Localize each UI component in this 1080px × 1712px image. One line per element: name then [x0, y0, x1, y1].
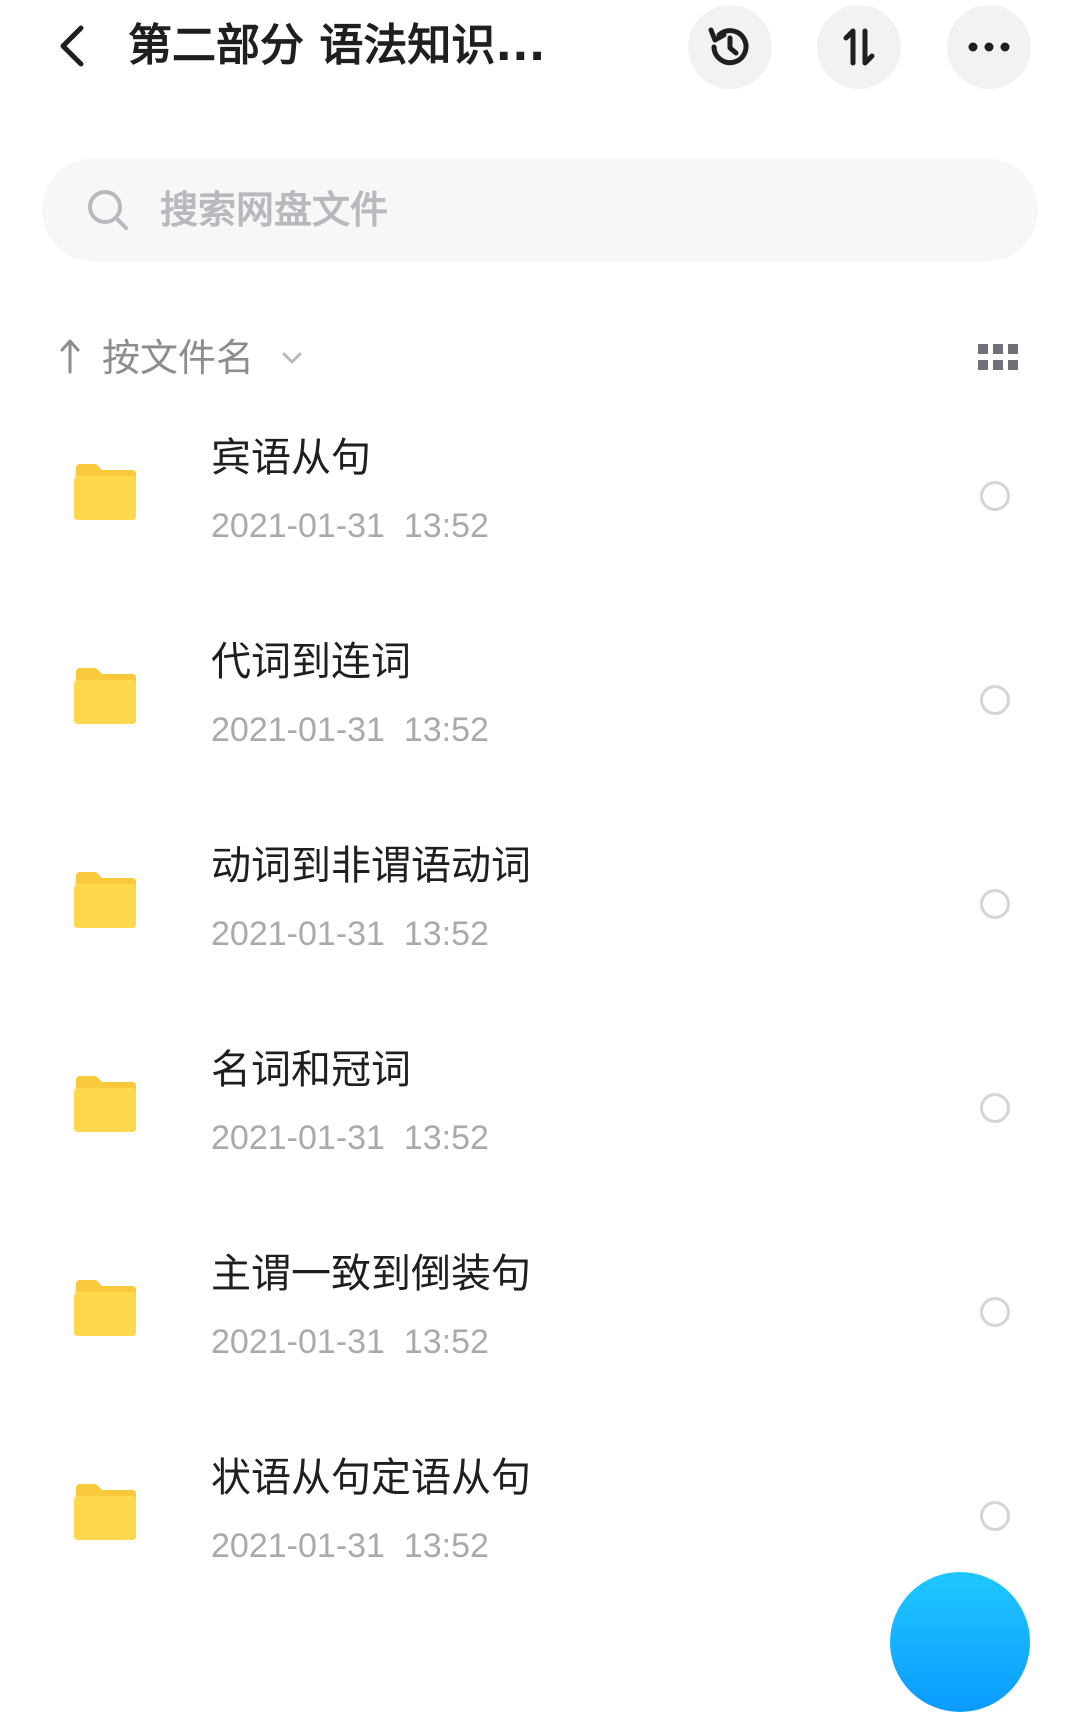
history-button[interactable] [688, 5, 772, 89]
file-time: 2021-01-31 13:52 [211, 1527, 489, 1565]
folder-icon [74, 1280, 136, 1336]
grid-view-icon[interactable] [978, 344, 1018, 372]
more-button[interactable] [947, 5, 1031, 89]
transfer-button[interactable] [817, 5, 901, 89]
arrow-up-icon[interactable] [58, 336, 82, 376]
list-item[interactable]: 动词到非谓语动词 2021-01-31 13:52 [0, 808, 1080, 1012]
select-checkbox[interactable] [980, 1501, 1010, 1531]
file-name: 动词到非谓语动词 [211, 843, 531, 889]
folder-icon [74, 1076, 136, 1132]
folder-icon [74, 668, 136, 724]
file-time: 2021-01-31 13:52 [211, 507, 489, 545]
list-item[interactable]: 宾语从句 2021-01-31 13:52 [0, 400, 1080, 604]
folder-icon [74, 872, 136, 928]
page-title: 第二部分 语法知识... [128, 20, 546, 71]
select-checkbox[interactable] [980, 889, 1010, 919]
folder-icon [74, 1484, 136, 1540]
search-input[interactable]: 搜索网盘文件 [42, 158, 1038, 262]
search-icon [88, 190, 128, 230]
file-name: 宾语从句 [211, 435, 371, 481]
file-time: 2021-01-31 13:52 [211, 915, 489, 953]
more-dots-icon [968, 42, 1010, 52]
file-time: 2021-01-31 13:52 [211, 1323, 489, 1361]
chevron-down-icon[interactable] [280, 346, 304, 370]
back-button[interactable] [46, 20, 98, 72]
file-list: 宾语从句 2021-01-31 13:52 代词到连词 2021-01-31 1… [0, 400, 1080, 1624]
select-checkbox[interactable] [980, 481, 1010, 511]
list-item[interactable]: 名词和冠词 2021-01-31 13:52 [0, 1012, 1080, 1216]
sort-bar: 按文件名 [40, 330, 1040, 386]
list-item[interactable]: 主谓一致到倒装句 2021-01-31 13:52 [0, 1216, 1080, 1420]
file-time: 2021-01-31 13:52 [211, 1119, 489, 1157]
file-name: 主谓一致到倒装句 [211, 1251, 531, 1297]
sort-selector[interactable]: 按文件名 [102, 330, 254, 386]
list-item[interactable]: 代词到连词 2021-01-31 13:52 [0, 604, 1080, 808]
history-clock-icon [708, 27, 749, 66]
search-placeholder: 搜索网盘文件 [160, 188, 389, 232]
file-name: 状语从句定语从句 [211, 1455, 531, 1501]
sort-transfer-icon [843, 28, 875, 66]
file-name: 代词到连词 [211, 639, 411, 685]
select-checkbox[interactable] [980, 685, 1010, 715]
file-name: 名词和冠词 [211, 1047, 411, 1093]
chevron-left-icon [60, 25, 84, 67]
top-bar: 第二部分 语法知识... [0, 0, 1080, 100]
folder-icon [74, 464, 136, 520]
floating-action-button[interactable] [890, 1572, 1030, 1712]
select-checkbox[interactable] [980, 1093, 1010, 1123]
select-checkbox[interactable] [980, 1297, 1010, 1327]
file-time: 2021-01-31 13:52 [211, 711, 489, 749]
